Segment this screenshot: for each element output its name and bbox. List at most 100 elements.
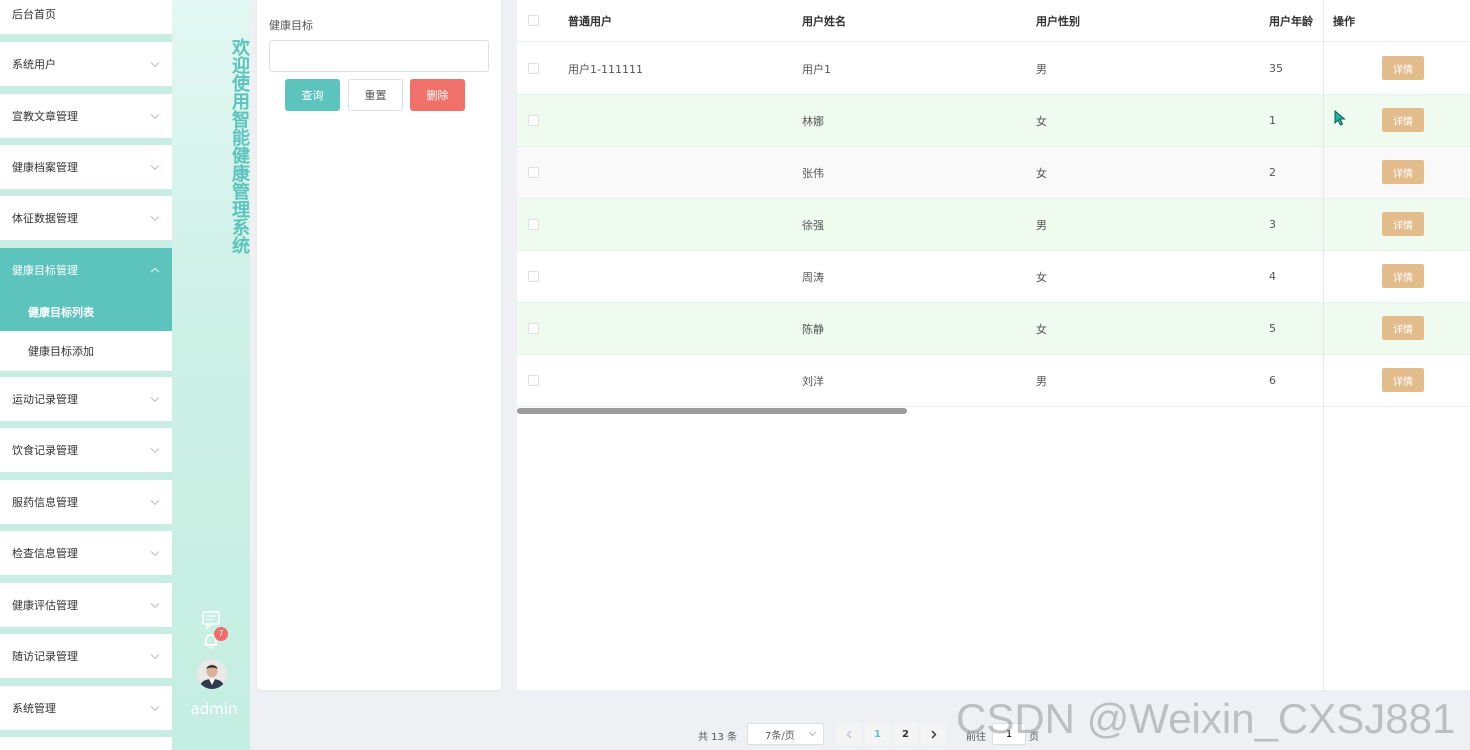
app-title: 欢迎使用智能健康管理系统 [229,38,250,254]
nav-label: 健康评估管理 [12,599,78,612]
chevron-down-icon [150,444,160,454]
prev-page-button[interactable] [836,723,861,745]
chevron-down-icon [808,728,817,737]
cell-name: 林娜 [802,114,824,128]
detail-button[interactable]: 详情 [1382,316,1424,340]
detail-button[interactable]: 详情 [1382,212,1424,236]
mouse-cursor-icon [1334,110,1346,126]
chevron-right-icon [931,730,936,738]
nav-label: 体征数据管理 [12,212,78,225]
sidebar: 后台首页 系统用户 宣教文章管理 健康档案管理 体征数据管理 健康目标管理 健康… [0,0,172,750]
table-row[interactable]: 陈静 女 5 详情 [517,303,1470,355]
nav-articles[interactable]: 宣教文章管理 [0,94,172,138]
health-goal-input[interactable] [269,40,489,72]
detail-button[interactable]: 详情 [1382,368,1424,392]
cell-age: 35 [1269,62,1283,75]
table-row[interactable]: 徐强 男 3 详情 [517,199,1470,251]
cell-name: 周涛 [802,270,824,284]
nav-assessment[interactable]: 健康评估管理 [0,583,172,627]
cell-user: 用户1-111111 [568,62,643,76]
nav-medication[interactable]: 服药信息管理 [0,480,172,524]
cell-gender: 男 [1036,374,1047,388]
admin-username[interactable]: admin [172,700,256,718]
next-page-button[interactable] [921,723,946,745]
detail-button[interactable]: 详情 [1382,160,1424,184]
cell-age: 5 [1269,322,1276,335]
page-button[interactable]: 1 [865,723,890,745]
row-checkbox[interactable] [528,199,539,250]
chevron-down-icon [150,58,160,68]
nav-follow-up[interactable]: 随访记录管理 [0,634,172,678]
nav-label: 后台首页 [12,8,56,21]
cell-gender: 男 [1036,218,1047,232]
query-button[interactable]: 查询 [285,79,340,111]
detail-button[interactable]: 详情 [1382,56,1424,80]
nav-system-admin[interactable]: 系统管理 [0,686,172,730]
data-table: 普通用户 用户姓名 用户性别 用户年龄 操作 用户1-111111 用户1 男 … [517,0,1470,690]
table-row[interactable]: 张伟 女 2 详情 [517,147,1470,199]
cell-gender: 男 [1036,62,1047,76]
nav-label: 饮食记录管理 [12,444,78,457]
page-size-value: 7条/页 [765,730,795,742]
select-all-checkbox[interactable] [528,0,539,41]
nav-exercise[interactable]: 运动记录管理 [0,377,172,421]
table-row[interactable]: 刘洋 男 6 详情 [517,355,1470,407]
chevron-down-icon [150,599,160,609]
nav-vital-signs[interactable]: 体征数据管理 [0,196,172,240]
chevron-up-icon [150,267,160,277]
nav-diet[interactable]: 饮食记录管理 [0,428,172,472]
column-header[interactable]: 用户年龄 [1269,0,1313,41]
fixed-column-divider [1323,0,1324,690]
cell-gender: 女 [1036,322,1047,336]
nav-label: 服药信息管理 [12,496,78,509]
chevron-down-icon [150,547,160,557]
chevron-down-icon [150,496,160,506]
cell-age: 1 [1269,114,1276,127]
search-label: 健康目标 [269,19,313,32]
column-header[interactable]: 普通用户 [568,0,612,41]
row-checkbox[interactable] [528,43,539,94]
nav-sub-goal-list[interactable]: 健康目标列表 [0,292,172,332]
nav-health-goals[interactable]: 健康目标管理 [0,248,172,292]
row-checkbox[interactable] [528,95,539,146]
total-count: 共 13 条 [698,732,738,743]
nav-system-users[interactable]: 系统用户 [0,42,172,86]
row-checkbox[interactable] [528,355,539,406]
chevron-down-icon [150,393,160,403]
chevron-left-icon [846,730,851,738]
row-checkbox[interactable] [528,303,539,354]
cell-name: 刘洋 [802,374,824,388]
column-header[interactable]: 用户姓名 [802,0,846,41]
row-checkbox[interactable] [528,147,539,198]
chevron-down-icon [150,650,160,660]
detail-button[interactable]: 详情 [1382,264,1424,288]
cell-age: 3 [1269,218,1276,231]
nav-sub-label: 健康目标添加 [28,345,94,358]
row-checkbox[interactable] [528,251,539,302]
column-header[interactable]: 用户性别 [1036,0,1080,41]
table-row[interactable]: 用户1-111111 用户1 男 35 详情 [517,43,1470,95]
cell-name: 用户1 [802,62,831,76]
horizontal-scrollbar[interactable] [517,408,907,414]
reset-button[interactable]: 重置 [348,79,403,111]
cell-age: 4 [1269,270,1276,283]
page-size-select[interactable]: 7条/页 [747,723,824,745]
cell-gender: 女 [1036,166,1047,180]
nav-label: 系统管理 [12,702,56,715]
delete-button[interactable]: 删除 [410,79,465,111]
table-row[interactable]: 林娜 女 1 详情 [517,95,1470,147]
watermark: CSDN @Weixin_CXSJ881 [956,695,1456,742]
nav-sub-label: 健康目标列表 [28,306,94,319]
chevron-down-icon [150,212,160,222]
nav-label: 运动记录管理 [12,393,78,406]
table-row[interactable]: 周涛 女 4 详情 [517,251,1470,303]
nav-examination[interactable]: 检查信息管理 [0,531,172,575]
nav-health-records[interactable]: 健康档案管理 [0,145,172,189]
cell-name: 张伟 [802,166,824,180]
avatar[interactable] [197,659,227,689]
page-button[interactable]: 2 [893,723,918,745]
nav-sub-goal-add[interactable]: 健康目标添加 [0,331,172,371]
cell-name: 徐强 [802,218,824,232]
nav-home[interactable]: 后台首页 [0,0,172,34]
detail-button[interactable]: 详情 [1382,108,1424,132]
